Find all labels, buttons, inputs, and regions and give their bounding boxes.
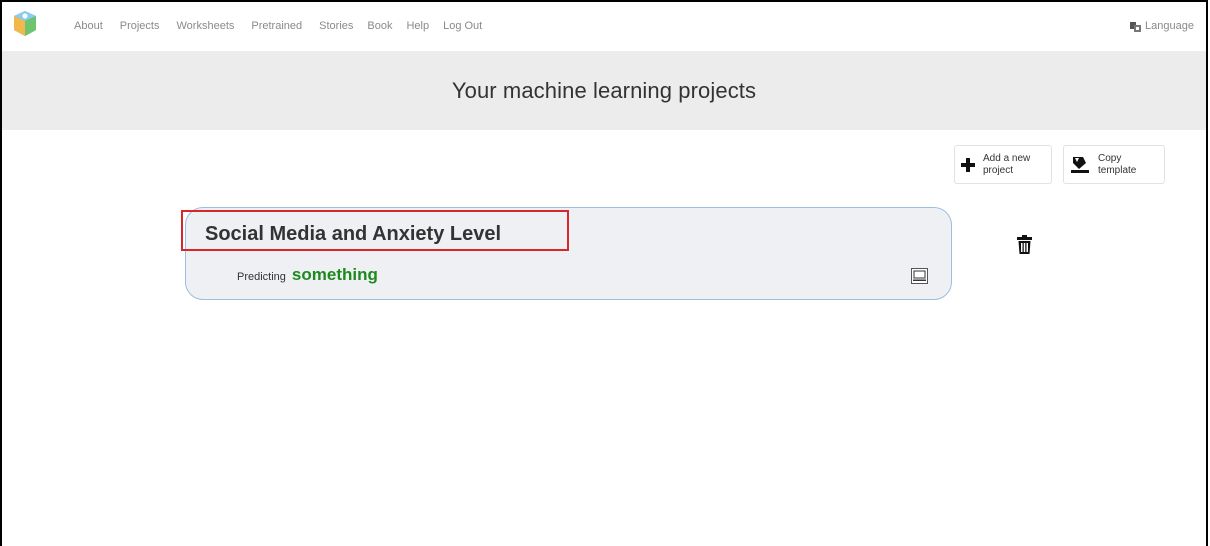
trash-icon[interactable] <box>1017 235 1032 254</box>
project-title[interactable]: Social Media and Anxiety Level <box>205 223 501 246</box>
copy-template-icon <box>1070 155 1090 175</box>
nav-book[interactable]: Book <box>367 20 392 32</box>
language-selector[interactable]: Language <box>1130 20 1194 32</box>
nav-projects[interactable]: Projects <box>120 20 160 32</box>
computer-icon <box>911 268 928 284</box>
page-title: Your machine learning projects <box>451 77 757 103</box>
nav-links: About Projects Worksheets Pretrained Sto… <box>74 20 499 32</box>
project-predicting: Predicting something <box>237 265 378 285</box>
language-label: Language <box>1145 20 1194 32</box>
nav-stories[interactable]: Stories <box>319 20 353 32</box>
predicting-label: Predicting <box>237 271 286 283</box>
plus-icon <box>961 157 975 172</box>
copy-template-label: Copy template <box>1098 152 1137 176</box>
nav-logout[interactable]: Log Out <box>443 20 482 32</box>
add-project-label: Add a new project <box>983 152 1031 176</box>
top-navbar: About Projects Worksheets Pretrained Sto… <box>2 2 1206 51</box>
page-banner: Your machine learning projects <box>2 51 1206 130</box>
nav-pretrained[interactable]: Pretrained <box>251 20 302 32</box>
language-icon <box>1130 21 1142 32</box>
nav-worksheets[interactable]: Worksheets <box>177 20 235 32</box>
predicting-value: something <box>291 265 378 284</box>
project-card[interactable]: Social Media and Anxiety Level Predictin… <box>185 207 952 300</box>
copy-template-button[interactable]: Copy template <box>1063 145 1165 184</box>
nav-help[interactable]: Help <box>406 20 429 32</box>
logo-icon[interactable] <box>13 10 37 38</box>
add-project-button[interactable]: Add a new project <box>954 145 1052 184</box>
nav-about[interactable]: About <box>74 20 103 32</box>
